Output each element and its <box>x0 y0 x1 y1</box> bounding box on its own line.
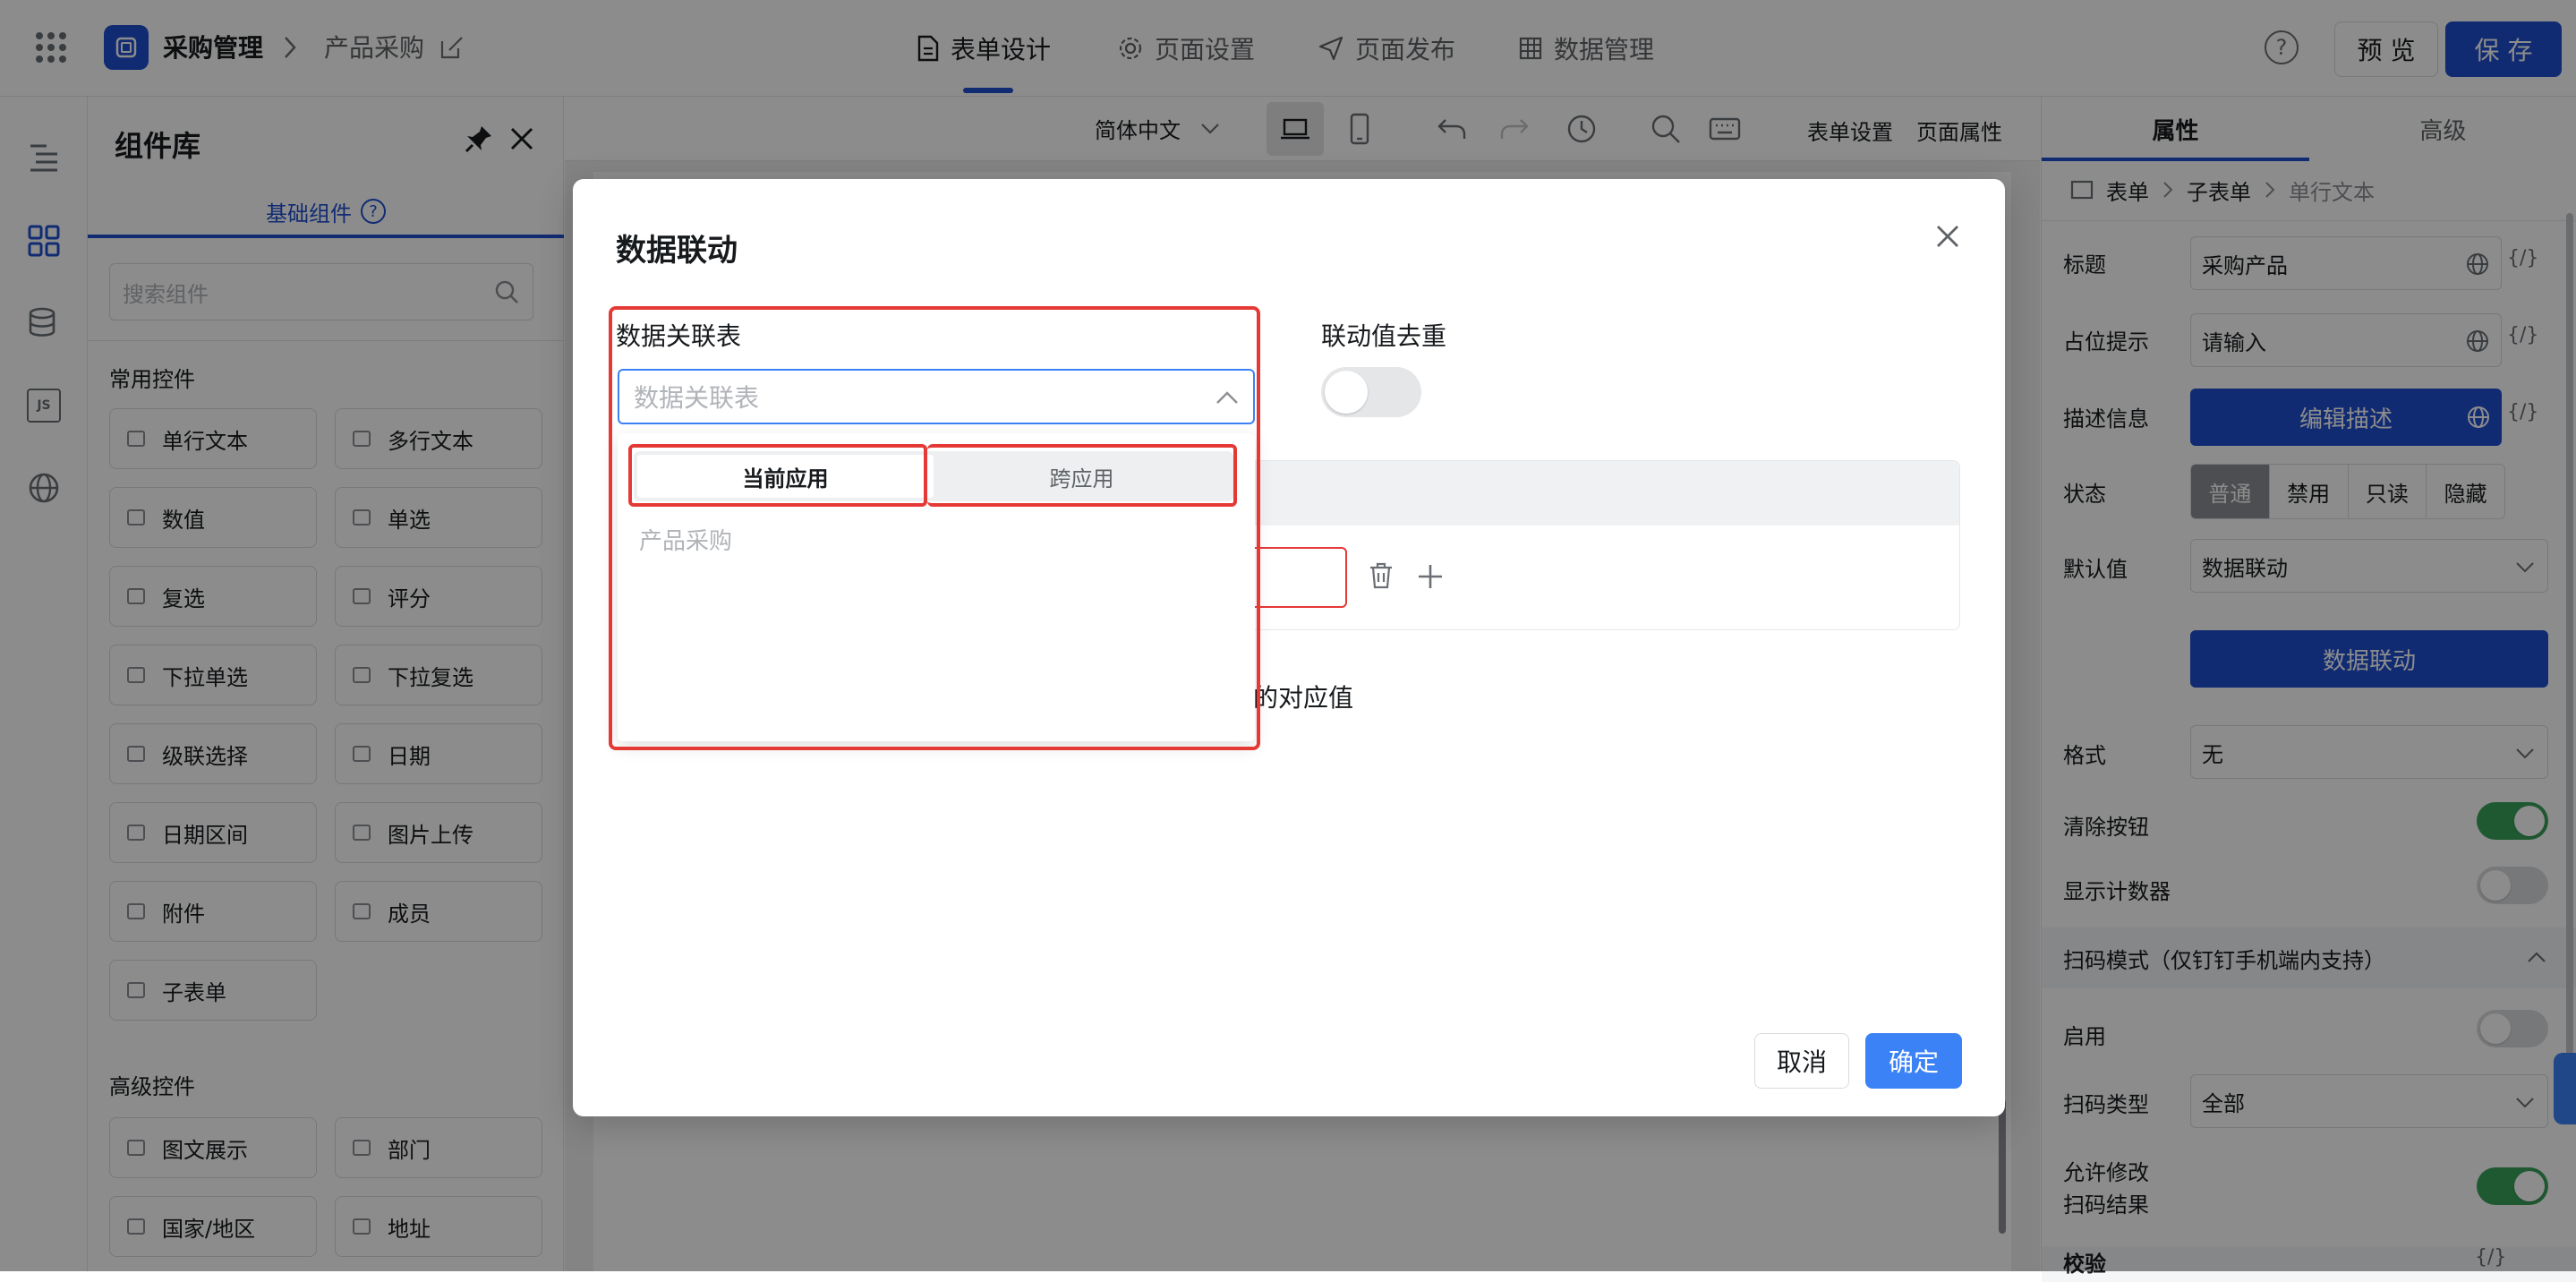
toggle-knob <box>1325 371 1368 414</box>
add-icon[interactable] <box>1417 563 1444 590</box>
close-icon[interactable] <box>1933 222 1962 251</box>
dialog-title: 数据联动 <box>616 233 738 269</box>
highlight-tabs <box>628 444 927 507</box>
highlight-table-section <box>609 306 1260 750</box>
data-linkage-dialog: 数据联动 数据关联表 数据关联表 联动值去重 的对应值 当前应用 跨应用 产品采… <box>573 179 2005 1116</box>
delete-icon[interactable] <box>1369 561 1394 590</box>
mapping-hint-text: 的对应值 <box>1253 683 1354 713</box>
cancel-button[interactable]: 取消 <box>1754 1033 1849 1089</box>
confirm-button[interactable]: 确定 <box>1865 1033 1962 1089</box>
dedupe-label: 联动值去重 <box>1321 321 1447 351</box>
highlight-tabs-right <box>927 444 1237 507</box>
dedupe-toggle[interactable] <box>1321 367 1421 417</box>
